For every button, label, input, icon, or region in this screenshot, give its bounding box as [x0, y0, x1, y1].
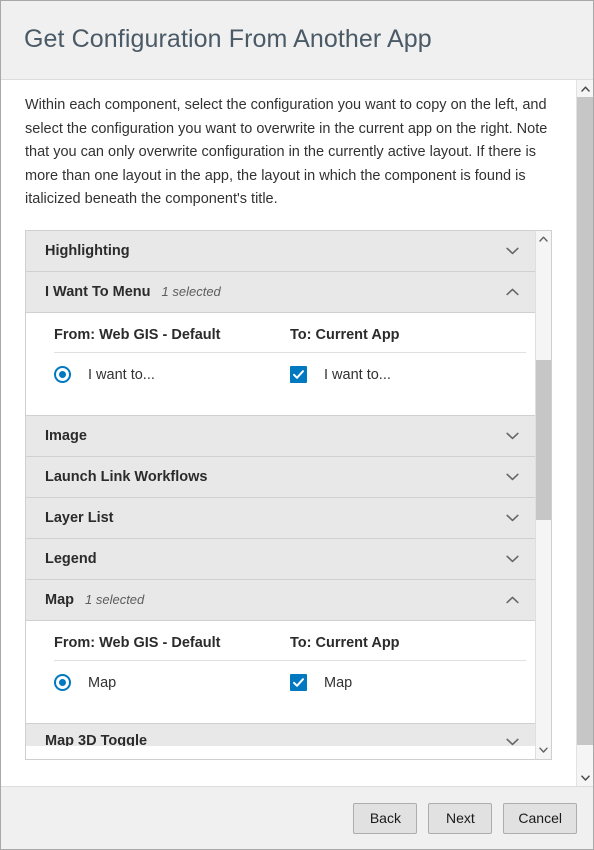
accordion-title: I Want To Menu: [45, 284, 151, 300]
dialog-scroll-thumb[interactable]: [577, 97, 593, 745]
chevron-down-icon[interactable]: [503, 242, 521, 260]
radio-button[interactable]: [54, 674, 71, 691]
from-option-label: Map: [88, 675, 116, 691]
chevron-down-icon[interactable]: [503, 733, 521, 746]
to-option-label: I want to...: [324, 367, 391, 383]
accordion-title: Launch Link Workflows: [45, 469, 207, 485]
checkbox[interactable]: [290, 366, 307, 383]
dialog-footer: Back Next Cancel: [1, 786, 593, 849]
accordion-header-legend[interactable]: Legend: [26, 539, 535, 580]
from-option-row[interactable]: Map: [54, 661, 290, 705]
from-column-header: From: Web GIS - Default: [54, 327, 290, 352]
chevron-up-icon[interactable]: [503, 283, 521, 301]
from-column-header: From: Web GIS - Default: [54, 635, 290, 660]
from-column: From: Web GIS - Default I want to...: [54, 327, 290, 397]
back-button[interactable]: Back: [353, 803, 417, 834]
dialog-scrollbar[interactable]: [576, 80, 593, 786]
accordion-header-map[interactable]: Map 1 selected: [26, 580, 535, 621]
dialog-scroll-track[interactable]: [577, 97, 593, 769]
dialog-body: Within each component, select the config…: [1, 80, 576, 786]
dialog-header: Get Configuration From Another App: [1, 1, 593, 80]
accordion-title: Map 3D Toggle: [45, 733, 147, 746]
dialog-window: Get Configuration From Another App Withi…: [0, 0, 594, 850]
next-button[interactable]: Next: [428, 803, 492, 834]
accordion-header-launch-link-workflows[interactable]: Launch Link Workflows: [26, 457, 535, 498]
from-option-label: I want to...: [88, 367, 155, 383]
intro-text: Within each component, select the config…: [1, 80, 576, 212]
scroll-down-icon[interactable]: [577, 769, 593, 786]
accordion-scroll-thumb[interactable]: [536, 360, 551, 520]
accordion-selected-count: 1 selected: [85, 592, 144, 607]
scroll-up-icon[interactable]: [536, 231, 551, 248]
chevron-down-icon[interactable]: [503, 509, 521, 527]
from-column: From: Web GIS - Default Map: [54, 635, 290, 705]
component-accordion: Highlighting I Want To Menu 1 selected From…: [25, 230, 535, 760]
to-column-header: To: Current App: [290, 635, 526, 660]
accordion-header-highlighting[interactable]: Highlighting: [26, 231, 535, 272]
accordion-title: Highlighting: [45, 243, 130, 259]
panel-columns: From: Web GIS - DefaultI want to...To: C…: [26, 327, 535, 397]
to-column-header: To: Current App: [290, 327, 526, 352]
chevron-down-icon[interactable]: [503, 550, 521, 568]
accordion-header-image[interactable]: Image: [26, 416, 535, 457]
to-option-row[interactable]: I want to...: [290, 353, 526, 397]
chevron-up-icon[interactable]: [503, 591, 521, 609]
checkbox[interactable]: [290, 674, 307, 691]
scroll-up-icon[interactable]: [577, 80, 593, 97]
from-option-row[interactable]: I want to...: [54, 353, 290, 397]
accordion-header-i-want-to-menu[interactable]: I Want To Menu 1 selected: [26, 272, 535, 313]
accordion-title: Legend: [45, 551, 97, 567]
page-title: Get Configuration From Another App: [24, 26, 432, 54]
accordion-panel: From: Web GIS - DefaultI want to...To: C…: [26, 313, 535, 416]
scroll-down-icon[interactable]: [536, 742, 551, 759]
chevron-down-icon[interactable]: [503, 427, 521, 445]
chevron-down-icon[interactable]: [503, 468, 521, 486]
accordion-selected-count: 1 selected: [162, 284, 221, 299]
accordion-title: Image: [45, 428, 87, 444]
to-column: To: Current App Map: [290, 635, 526, 705]
to-option-row[interactable]: Map: [290, 661, 526, 705]
accordion-scroll-track[interactable]: [536, 248, 551, 742]
accordion-header-layer-list[interactable]: Layer List: [26, 498, 535, 539]
component-list-region: Highlighting I Want To Menu 1 selected From…: [25, 230, 552, 760]
to-column: To: Current App I want to...: [290, 327, 526, 397]
accordion-title: Map: [45, 592, 74, 608]
dialog-body-wrap: Within each component, select the config…: [1, 80, 593, 786]
cancel-button[interactable]: Cancel: [503, 803, 577, 834]
to-option-label: Map: [324, 675, 352, 691]
accordion-panel: From: Web GIS - DefaultMapTo: Current Ap…: [26, 621, 535, 724]
accordion-header-map-3d-toggle[interactable]: Map 3D Toggle: [26, 724, 535, 746]
panel-columns: From: Web GIS - DefaultMapTo: Current Ap…: [26, 635, 535, 705]
accordion-scrollbar[interactable]: [535, 230, 552, 760]
accordion-title: Layer List: [45, 510, 114, 526]
radio-button[interactable]: [54, 366, 71, 383]
